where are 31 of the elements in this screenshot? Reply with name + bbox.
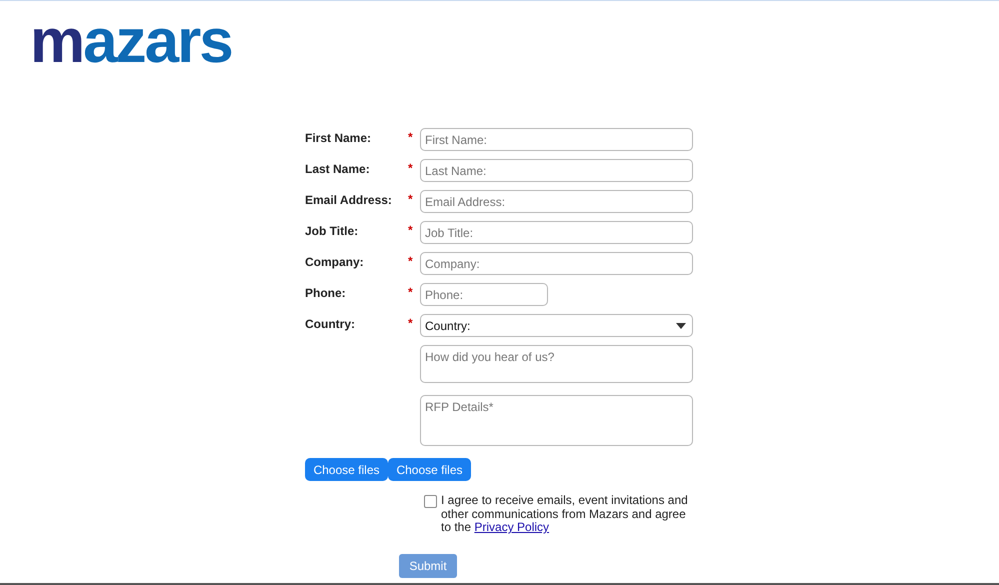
field-label: Phone:: [305, 286, 346, 300]
input-field[interactable]: Email Address:: [420, 190, 693, 213]
required-mark: *: [408, 285, 413, 299]
required-mark: *: [408, 161, 413, 175]
required-mark: *: [408, 254, 413, 268]
choose-files-button[interactable]: Choose files: [305, 458, 388, 481]
country-dropdown[interactable]: Country:: [420, 314, 693, 337]
field-label: Last Name:: [305, 162, 370, 176]
caret-icon: [676, 322, 686, 328]
consent-text: I agree to receive emails, event invitations and other communications from Mazars and agree to the Privacy Policy: [441, 494, 689, 534]
field-label: Country:: [305, 317, 355, 331]
required-mark: *: [408, 316, 413, 330]
field-label: Email Address:: [305, 193, 392, 207]
text-area[interactable]: How did you hear of us?: [420, 345, 693, 383]
input-field[interactable]: Job Title:: [420, 221, 693, 244]
required-mark: *: [408, 130, 413, 144]
privacy-policy-link[interactable]: Privacy Policy: [474, 520, 550, 534]
field-label: Job Title:: [305, 224, 358, 238]
checkbox[interactable]: [424, 495, 437, 508]
logo: mazars: [30, 11, 232, 73]
input-field[interactable]: Phone:: [420, 283, 548, 306]
field-label: Company:: [305, 255, 364, 269]
required-mark: *: [408, 223, 413, 237]
input-field[interactable]: Last Name:: [420, 159, 693, 182]
submit-button[interactable]: Submit: [399, 554, 457, 578]
choose-files-button[interactable]: Choose files: [388, 458, 471, 481]
field-label: First Name:: [305, 131, 372, 145]
required-mark: *: [408, 192, 413, 206]
text-area[interactable]: RFP Details*: [420, 395, 693, 446]
input-field[interactable]: First Name:: [420, 128, 693, 151]
input-field[interactable]: Company:: [420, 252, 693, 275]
